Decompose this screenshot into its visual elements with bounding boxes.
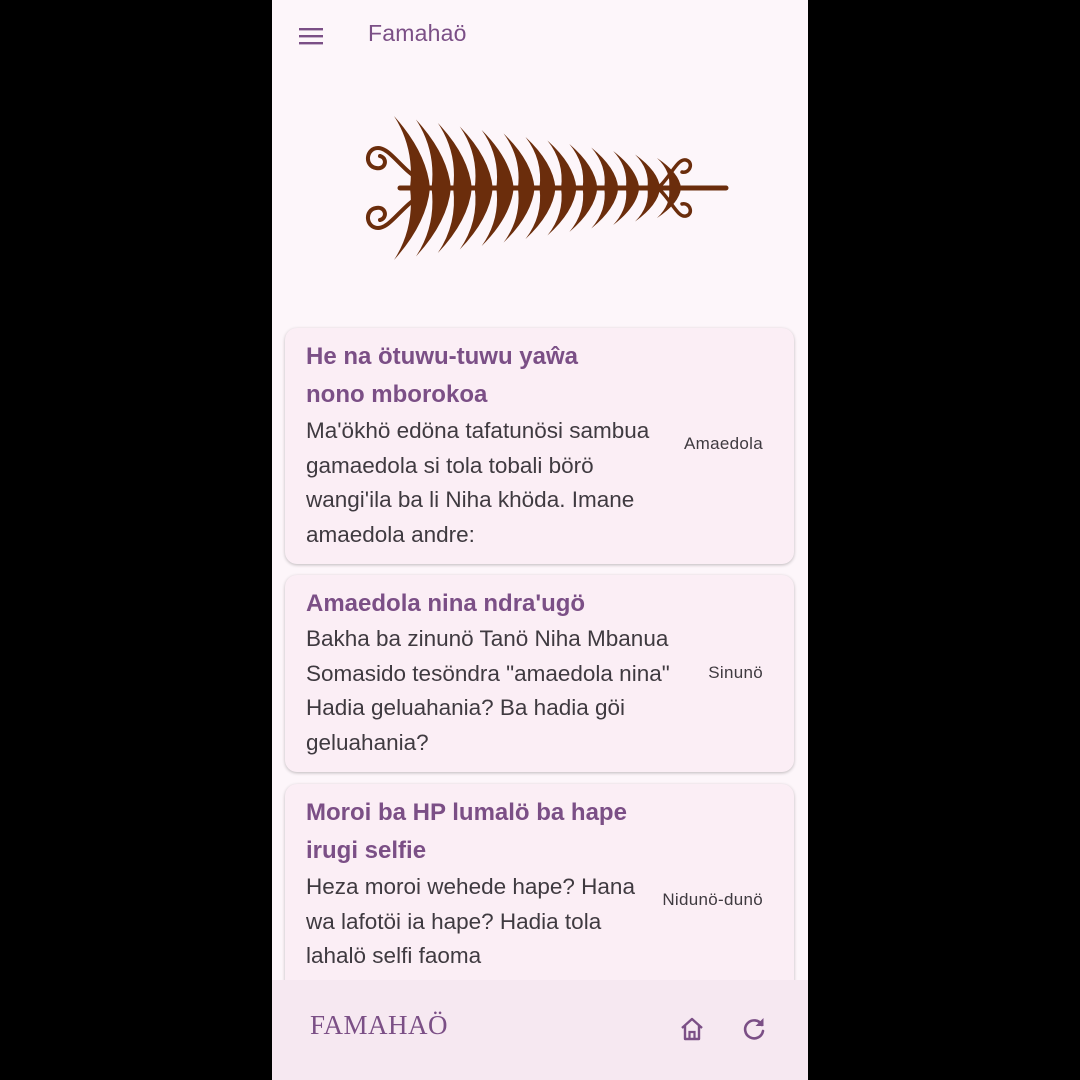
article-title: Moroi ba HP lumalö ba hape irugi selfie bbox=[306, 799, 627, 864]
refresh-button[interactable] bbox=[739, 1014, 769, 1044]
article-category: Nidunö-dunö bbox=[662, 890, 763, 909]
article-title: Amaedola nina ndra'ugö bbox=[306, 590, 586, 617]
article-category: Sinunö bbox=[708, 663, 763, 682]
article-card[interactable]: He na ötuwu-tuwu yaŵa nono mborokoa Ma'ö… bbox=[285, 328, 794, 564]
top-app-bar: Famahaö bbox=[272, 0, 808, 72]
article-excerpt: Ma'ökhö edöna tafatunösi sambua gamaedol… bbox=[306, 418, 650, 548]
brand-wordmark: FAMAHAÖ bbox=[310, 1010, 449, 1040]
home-icon bbox=[681, 1017, 703, 1041]
article-excerpt: Bakha ba zinunö Tanö Niha Mbanua Somasid… bbox=[306, 626, 670, 756]
fern-ornament-logo bbox=[366, 116, 729, 260]
bottom-bar: FAMAHAÖ bbox=[272, 980, 808, 1080]
article-card[interactable]: Amaedola nina ndra'ugö Bakha ba zinunö T… bbox=[285, 575, 794, 772]
app-title: Famahaö bbox=[368, 20, 467, 46]
menu-icon bbox=[299, 28, 323, 45]
article-title: He na ötuwu-tuwu yaŵa nono mborokoa bbox=[306, 343, 579, 408]
home-button[interactable] bbox=[677, 1014, 707, 1044]
article-category: Amaedola bbox=[684, 434, 763, 453]
menu-button[interactable] bbox=[292, 18, 330, 54]
refresh-icon bbox=[743, 1018, 765, 1040]
app-screen: Famahaö He na ötuwu-tuwu yaŵa nono mboro… bbox=[272, 0, 808, 1080]
article-excerpt: Heza moroi wehede hape? Hana wa lafotöi … bbox=[306, 874, 635, 969]
